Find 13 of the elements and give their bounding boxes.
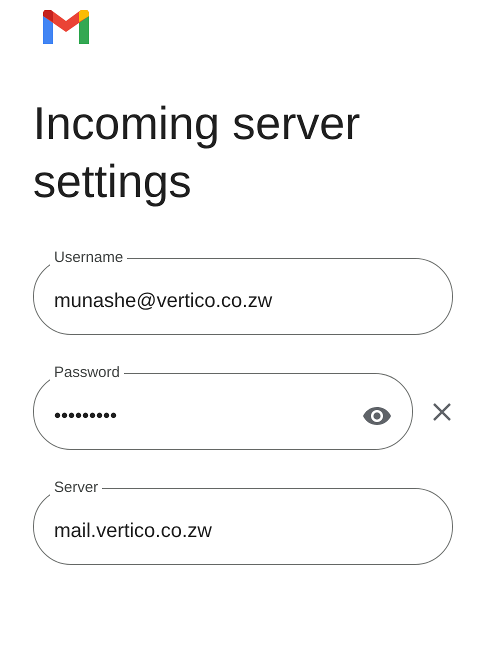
field-label: Server: [53, 479, 100, 497]
password-field[interactable]: Password •••••••••: [33, 364, 413, 450]
mail-logo-icon: [43, 10, 89, 44]
eye-icon[interactable]: [362, 405, 392, 427]
field-label: Password: [53, 364, 121, 382]
close-icon[interactable]: [431, 400, 453, 422]
field-value: •••••••••: [54, 404, 118, 429]
input-field[interactable]: Username munashe@vertico.co.zw: [33, 249, 453, 335]
field-label: Username: [53, 249, 124, 267]
input-field[interactable]: Server mail.vertico.co.zw: [33, 479, 453, 565]
page-title: Incoming server settings: [33, 96, 362, 209]
field-value: mail.vertico.co.zw: [54, 519, 213, 544]
field-value: munashe@vertico.co.zw: [54, 289, 274, 314]
